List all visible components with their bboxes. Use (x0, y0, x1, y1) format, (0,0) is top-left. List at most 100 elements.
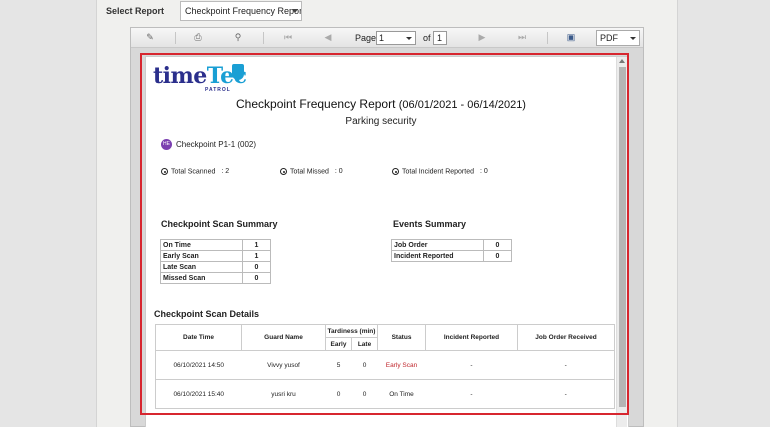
table-row: Missed Scan 0 (160, 272, 271, 284)
summary-label: On Time (160, 239, 243, 251)
select-report-label: Select Report (106, 6, 165, 16)
col-early: Early (325, 337, 352, 351)
stat-total-scanned: Total Scanned : 2 (161, 168, 229, 175)
target-icon (392, 168, 399, 175)
format-select-value: PDF (600, 33, 618, 43)
cell-job-order: - (517, 350, 615, 380)
scan-summary-title: Checkpoint Scan Summary (161, 219, 278, 229)
table-row: Late Scan 0 (160, 261, 271, 273)
table-row: 06/10/2021 15:40 yusri kru 0 0 On Time -… (155, 379, 615, 409)
summary-value: 1 (242, 250, 271, 262)
scan-details-table: Date Time Guard Name Tardiness (min) Sta… (155, 324, 615, 409)
chevron-down-icon (406, 37, 412, 40)
summary-label: Early Scan (160, 250, 243, 262)
cell-job-order: - (517, 379, 615, 409)
checkpoint-badge-icon: HE (161, 139, 172, 150)
summary-label: Incident Reported (391, 250, 484, 262)
col-job-order: Job Order Received (517, 324, 615, 351)
page-label: Page (355, 33, 377, 43)
events-summary-title: Events Summary (393, 219, 467, 229)
toolbar-separator (175, 32, 176, 44)
summary-label: Job Order (391, 239, 484, 251)
table-row: 06/10/2021 14:50 Vivvy yusof 5 0 Early S… (155, 350, 615, 380)
stat-label: Total Missed (290, 168, 329, 176)
print-icon[interactable]: ⎙ (193, 33, 203, 42)
find-icon[interactable]: ⚲ (233, 33, 243, 42)
stat-label: Total Incident Reported (402, 168, 474, 176)
summary-label: Missed Scan (160, 272, 243, 284)
report-select-value: Checkpoint Frequency Report (185, 6, 302, 16)
scroll-up-icon[interactable] (619, 59, 625, 63)
stat-total-missed: Total Missed : 0 (280, 168, 343, 175)
checkpoint-name: Checkpoint P1-1 (002) (176, 140, 257, 149)
report-title: Checkpoint Frequency Report (06/01/2021 … (146, 97, 616, 111)
report-date-range: (06/01/2021 - 06/14/2021) (398, 99, 526, 111)
col-incident: Incident Reported (425, 324, 518, 351)
target-icon (161, 168, 168, 175)
table-row: Early Scan 1 (160, 250, 271, 262)
scrollbar-thumb[interactable] (619, 67, 626, 407)
cell-incident: - (425, 379, 518, 409)
vertical-scrollbar[interactable] (616, 57, 627, 427)
chevron-down-icon (630, 37, 636, 40)
cell-guard: Vivvy yusof (241, 350, 326, 380)
col-date-time: Date Time (155, 324, 242, 351)
col-status: Status (377, 324, 426, 351)
cell-guard: yusri kru (241, 379, 326, 409)
events-summary-table: Job Order 0 Incident Reported 0 (391, 239, 512, 262)
logo-time-text: time (153, 63, 207, 89)
report-title-text: Checkpoint Frequency Report (236, 97, 396, 111)
save-icon[interactable]: ▣ (566, 33, 576, 42)
stat-value: : 0 (334, 168, 343, 176)
format-select[interactable]: PDF (596, 30, 640, 46)
report-page: timeTec PATROL Checkpoint Frequency Repo… (145, 56, 629, 427)
cell-incident: - (425, 350, 518, 380)
summary-label: Late Scan (160, 261, 243, 273)
chevron-down-icon (292, 9, 298, 13)
cell-early: 0 (325, 379, 352, 409)
cell-date-time: 06/10/2021 14:50 (155, 350, 242, 380)
cell-status: Early Scan (377, 350, 426, 380)
col-late: Late (351, 337, 378, 351)
summary-value: 0 (242, 272, 271, 284)
toolbar-separator (547, 32, 548, 44)
summary-value: 1 (242, 239, 271, 251)
shield-icon (232, 64, 244, 80)
total-pages: 1 (433, 31, 447, 45)
next-page-icon[interactable]: ▶ (477, 33, 487, 42)
table-row: Job Order 0 (391, 239, 512, 251)
stat-total-incident: Total Incident Reported : 0 (392, 168, 488, 175)
target-icon (280, 168, 287, 175)
page-select[interactable]: 1 (376, 31, 416, 45)
table-row: Incident Reported 0 (391, 250, 512, 262)
cell-late: 0 (351, 379, 378, 409)
cell-date-time: 06/10/2021 15:40 (155, 379, 242, 409)
cell-late: 0 (351, 350, 378, 380)
report-subtitle: Parking security (345, 116, 417, 127)
prev-page-icon[interactable]: ◀ (323, 33, 333, 42)
stat-label: Total Scanned (171, 168, 216, 176)
summary-value: 0 (483, 239, 512, 251)
viewer-toolbar: ✎ ⎙ ⚲ ⏮ ◀ Page 1 of 1 ▶ ⏭ ▣ PDF (131, 28, 643, 48)
report-select[interactable]: Checkpoint Frequency Report (180, 1, 302, 21)
of-label: of (423, 33, 431, 43)
stat-value: : 2 (221, 168, 230, 176)
col-guard-name: Guard Name (241, 324, 326, 351)
cell-status: On Time (377, 379, 426, 409)
report-viewer: ✎ ⎙ ⚲ ⏮ ◀ Page 1 of 1 ▶ ⏭ ▣ PDF timeTec … (130, 27, 644, 427)
toolbar-separator (263, 32, 264, 44)
export-icon[interactable]: ✎ (145, 33, 155, 42)
stat-value: : 0 (480, 168, 488, 176)
table-header-row: Date Time Guard Name Tardiness (min) Sta… (155, 324, 615, 351)
table-row: On Time 1 (160, 239, 271, 251)
logo-subtitle: PATROL (205, 87, 231, 93)
scan-details-title: Checkpoint Scan Details (154, 309, 260, 319)
summary-value: 0 (242, 261, 271, 273)
first-page-icon[interactable]: ⏮ (283, 33, 293, 42)
last-page-icon[interactable]: ⏭ (517, 33, 527, 42)
summary-value: 0 (483, 250, 512, 262)
col-tardiness: Tardiness (min) (325, 324, 378, 338)
page-select-value: 1 (379, 33, 385, 43)
scan-summary-table: On Time 1 Early Scan 1 Late Scan 0 Missed S… (160, 239, 271, 284)
cell-early: 5 (325, 350, 352, 380)
